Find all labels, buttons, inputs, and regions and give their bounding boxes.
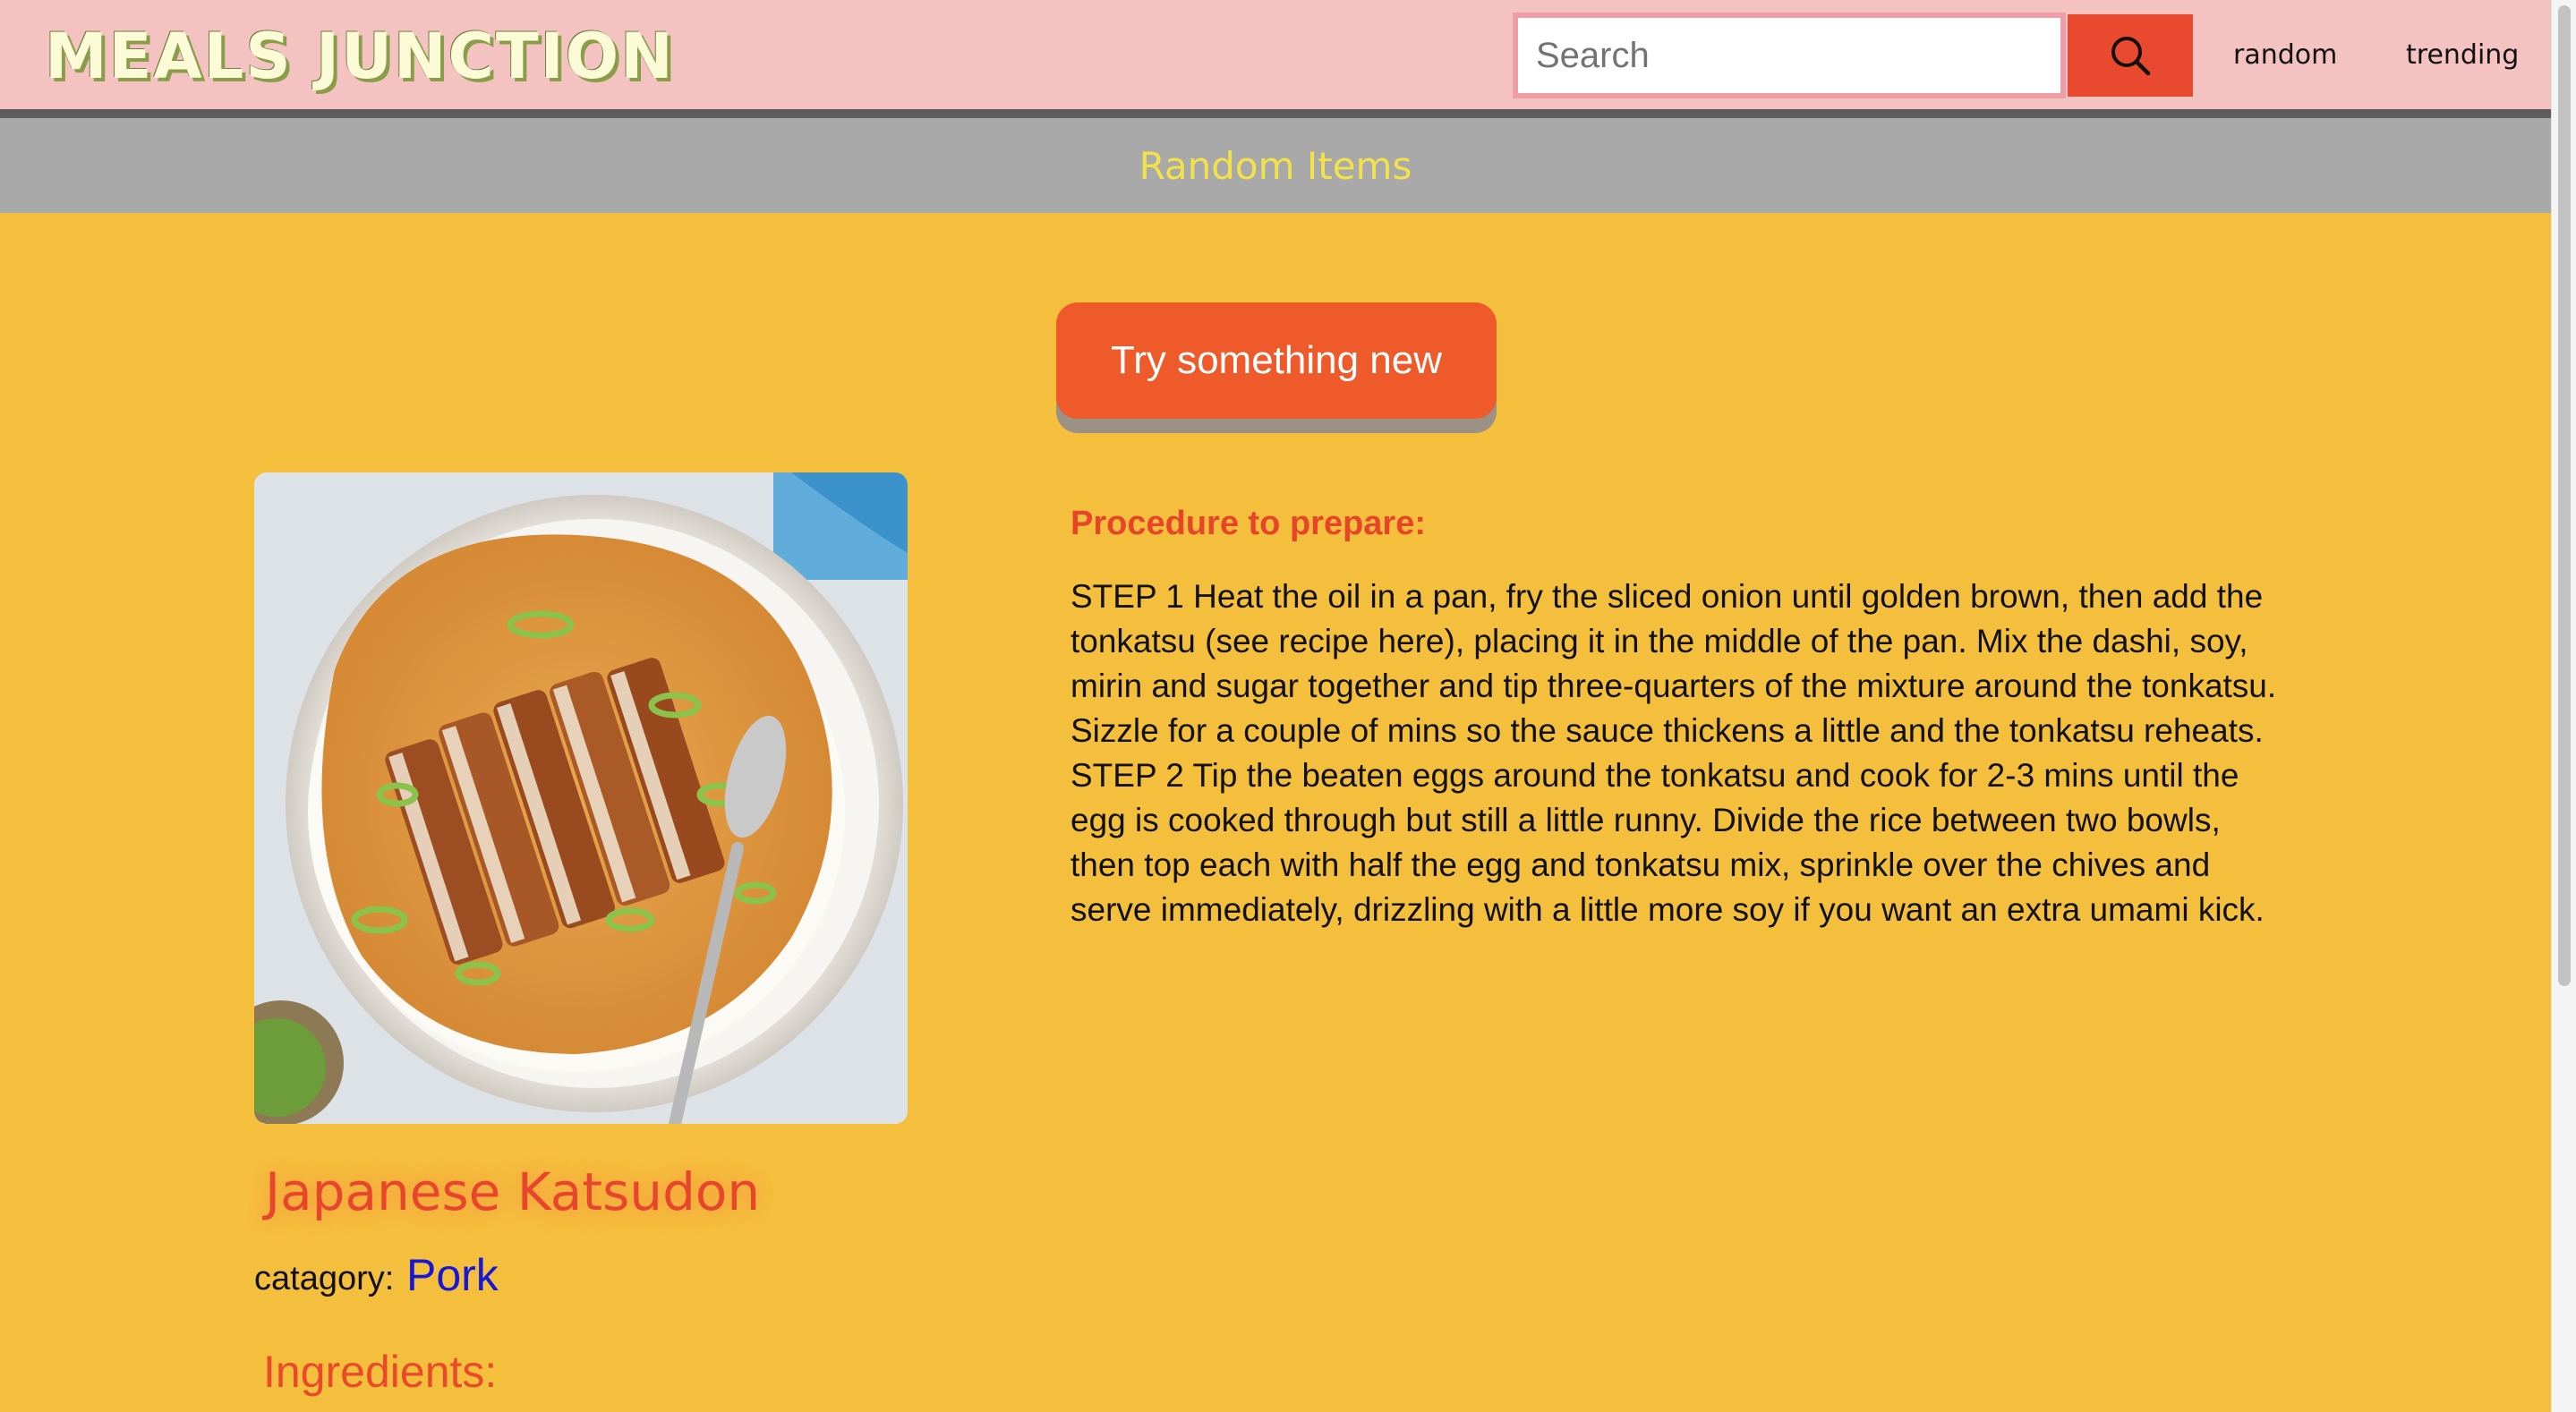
section-banner: Random Items: [0, 118, 2551, 213]
try-something-new-button[interactable]: Try something new: [1056, 302, 1497, 419]
site-logo[interactable]: MEALS JUNCTION: [45, 18, 675, 95]
category-label: catagory:: [254, 1260, 395, 1297]
category-link[interactable]: Pork: [406, 1249, 499, 1301]
procedure-text: STEP 1 Heat the oil in a pan, fry the sl…: [1070, 578, 2277, 928]
top-navbar: MEALS JUNCTION random trending: [0, 0, 2551, 118]
banner-title: Random Items: [1139, 143, 1412, 188]
search-button[interactable]: [2068, 14, 2193, 97]
katsudon-illustration: [254, 472, 908, 1124]
ingredients-heading: Ingredients:: [263, 1347, 498, 1397]
nav-link-random[interactable]: random: [2233, 36, 2337, 75]
vertical-scrollbar-thumb[interactable]: [2558, 5, 2571, 986]
page: MEALS JUNCTION random trending Random It…: [0, 0, 2576, 1412]
search-input[interactable]: [1513, 13, 2066, 98]
meal-image: [254, 472, 908, 1124]
nav-link-trending[interactable]: trending: [2406, 36, 2519, 75]
procedure-heading: Procedure to prepare:: [1070, 505, 1426, 542]
search-icon: [2111, 37, 2151, 76]
meal-title: Japanese Katsudon: [265, 1161, 761, 1222]
